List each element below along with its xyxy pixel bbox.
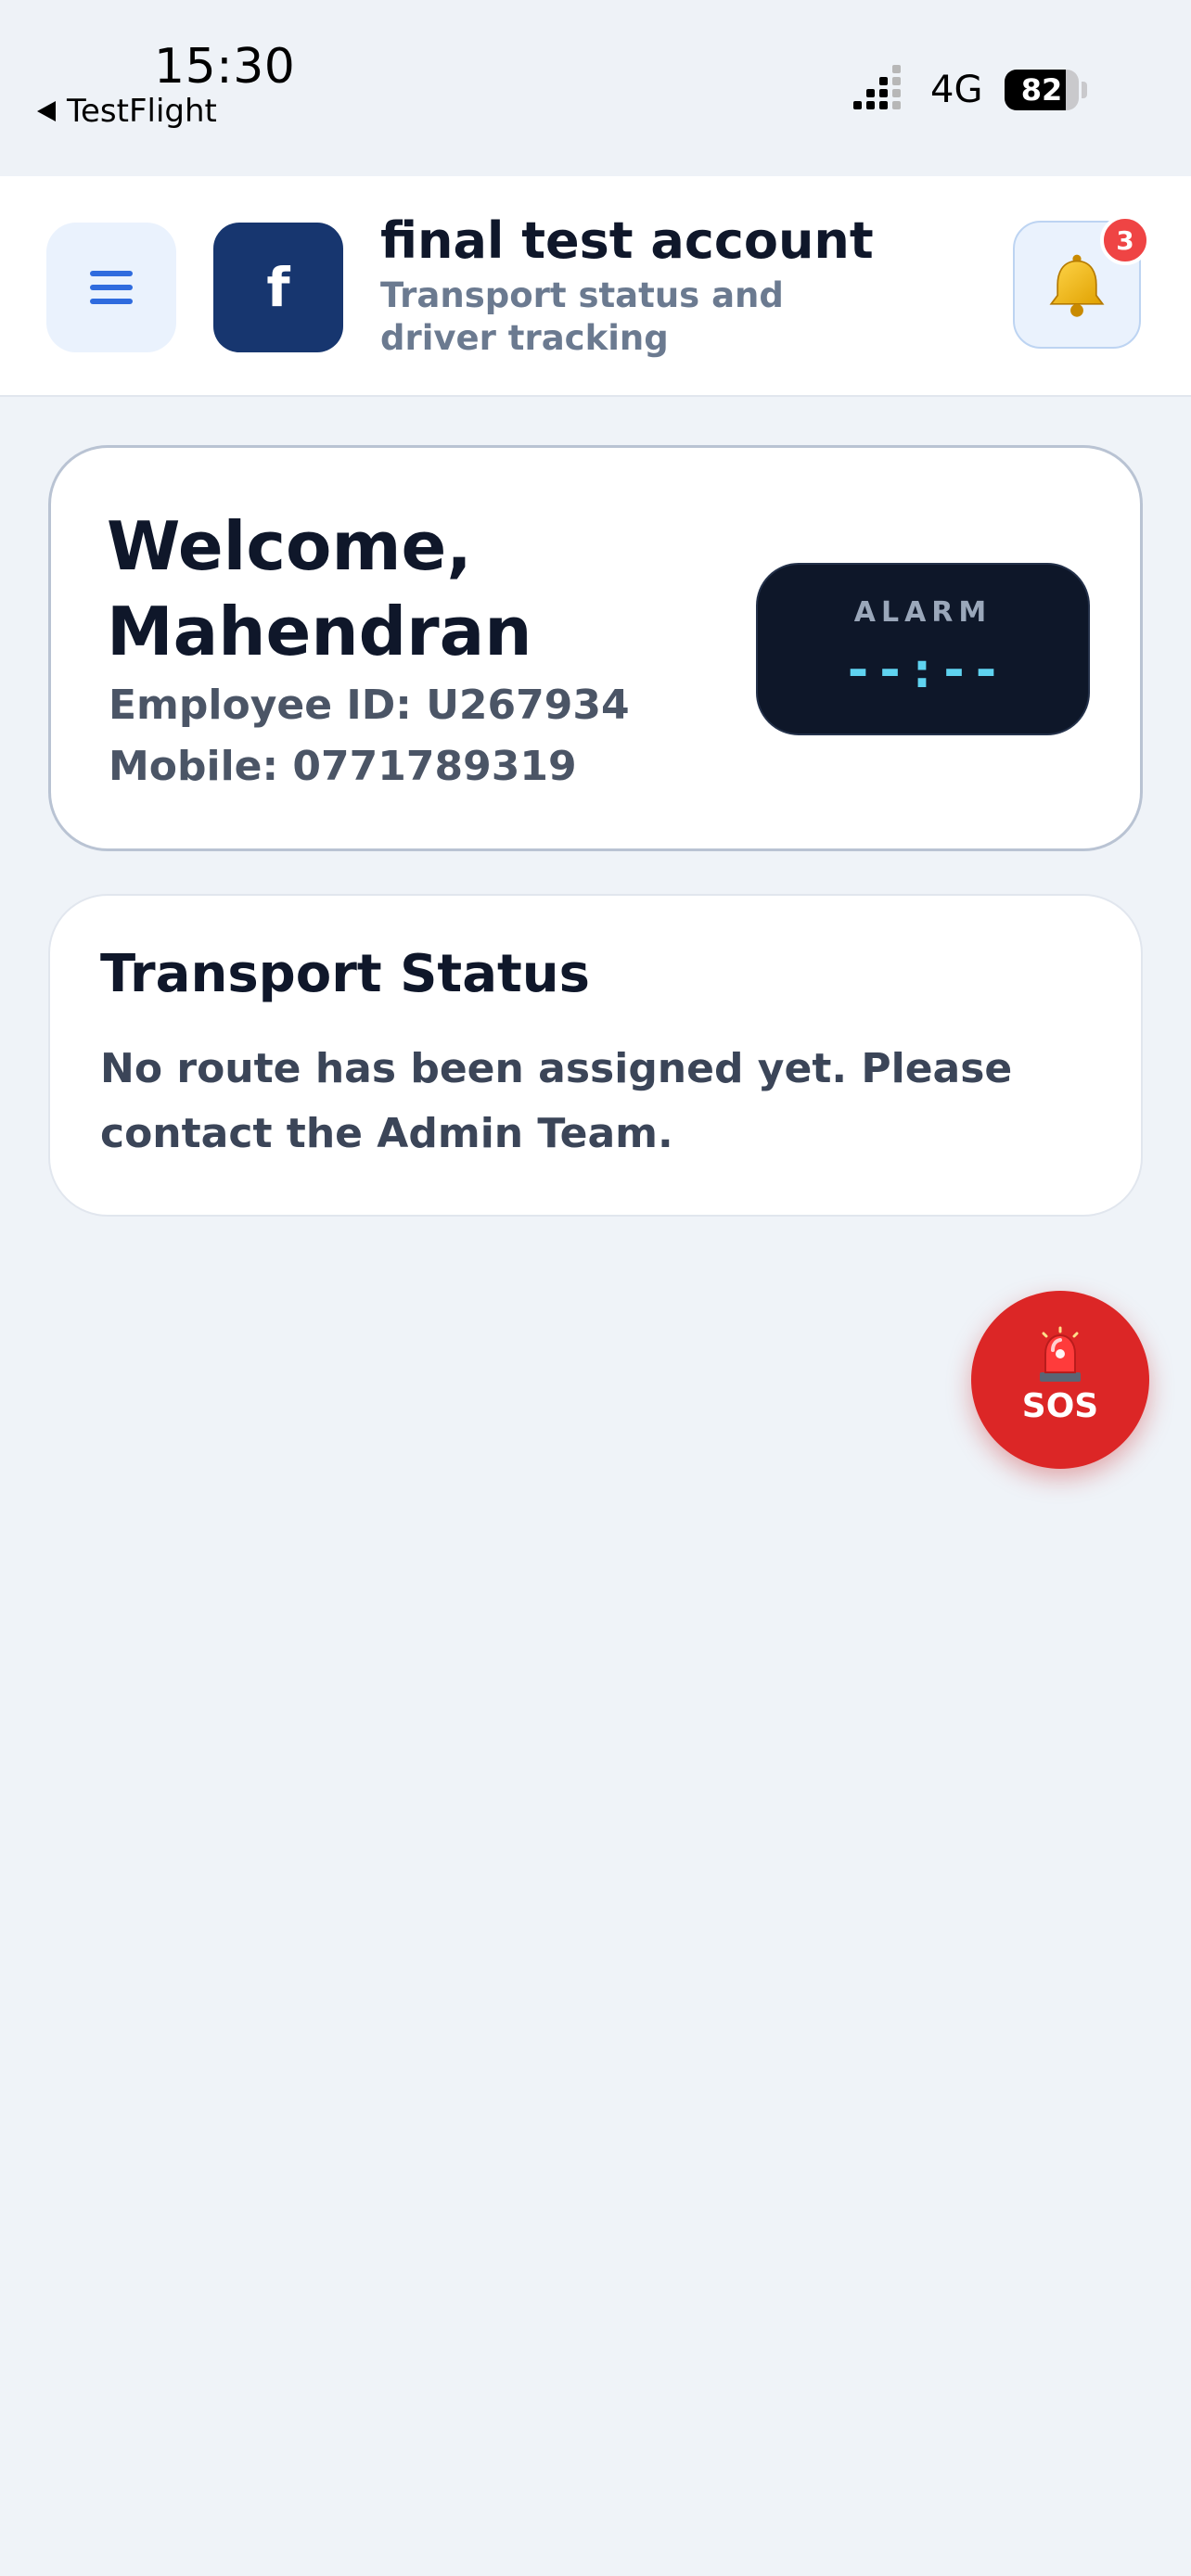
siren-icon	[1040, 1326, 1081, 1382]
transport-status-card: Transport Status No route has been assig…	[48, 894, 1143, 1217]
back-to-testflight-link[interactable]: TestFlight	[37, 93, 217, 130]
sos-button[interactable]: SOS	[971, 1291, 1149, 1469]
alarm-button[interactable]: ALARM --:--	[756, 563, 1090, 735]
battery-icon: 82	[1005, 70, 1079, 110]
status-bar: 15:30 TestFlight 4G 82	[0, 0, 1191, 176]
back-arrow-icon	[37, 101, 56, 121]
notification-count-badge: 3	[1100, 215, 1150, 265]
bell-icon	[1049, 254, 1105, 317]
status-time: 15:30	[154, 39, 296, 95]
app-header: f final test account Transport status an…	[0, 176, 1191, 397]
battery-percent: 82	[1020, 72, 1063, 108]
cellular-signal-icon	[853, 65, 901, 109]
sos-label: SOS	[1021, 1387, 1099, 1425]
battery-tip	[1082, 82, 1087, 98]
hamburger-menu-icon	[90, 271, 133, 304]
welcome-card: Welcome, Mahendran Employee ID: U267934 …	[48, 445, 1143, 851]
back-app-label: TestFlight	[67, 93, 217, 130]
menu-button[interactable]	[46, 223, 176, 352]
transport-status-message: No route has been assigned yet. Please c…	[100, 1045, 1013, 1157]
network-type: 4G	[930, 69, 983, 111]
alarm-label: ALARM	[853, 596, 992, 629]
account-title: final test account	[380, 211, 874, 270]
account-subtitle: Transport status and driver tracking	[380, 275, 784, 358]
alarm-time: --:--	[842, 641, 1004, 699]
account-logo: f	[213, 223, 343, 352]
welcome-heading: Welcome, Mahendran	[107, 507, 532, 670]
mobile-number: Mobile: 0771789319	[109, 743, 577, 790]
transport-status-title: Transport Status	[100, 944, 590, 1004]
employee-id: Employee ID: U267934	[109, 682, 630, 729]
